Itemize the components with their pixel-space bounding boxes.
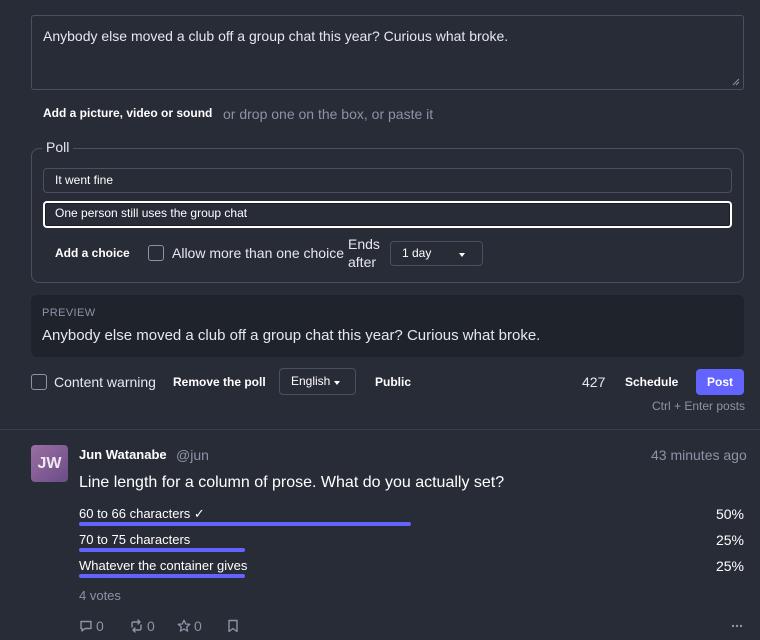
preview-text: Anybody else moved a club off a group ch…	[42, 327, 541, 344]
poll-option-bar	[79, 574, 245, 578]
bookmark-icon	[228, 619, 238, 633]
star-icon	[177, 619, 191, 632]
poll-choice-1-input[interactable]: It went fine	[43, 168, 732, 193]
compose-textarea[interactable]: Anybody else moved a club off a group ch…	[31, 15, 744, 90]
add-choice-button[interactable]: Add a choice	[55, 246, 130, 260]
language-value: English	[291, 374, 331, 388]
more-button[interactable]	[731, 618, 743, 634]
multiple-choice-label: Allow more than one choice	[172, 245, 344, 261]
status-timestamp[interactable]: 43 minutes ago	[651, 447, 747, 463]
divider	[0, 429, 760, 430]
poll-option-label: Whatever the container gives	[79, 558, 248, 573]
preview-label: PREVIEW	[42, 307, 96, 319]
post-button[interactable]: Post	[696, 369, 744, 395]
language-select[interactable]: English	[279, 368, 356, 395]
poll-duration-select[interactable]: 1 day	[390, 241, 483, 266]
poll-option-percent: 25%	[715, 558, 744, 574]
poll-option-bar	[79, 522, 411, 526]
poll-option-percent: 50%	[715, 506, 744, 522]
reply-count: 0	[96, 618, 104, 634]
favourite-button[interactable]: 0	[177, 618, 202, 634]
bookmark-button[interactable]	[227, 618, 239, 634]
content-warning-checkbox[interactable]	[31, 374, 47, 390]
shortcut-hint: Ctrl + Enter posts	[652, 399, 746, 413]
poll-legend: Poll	[42, 139, 74, 155]
reply-button[interactable]: 0	[79, 618, 104, 634]
poll-duration-value: 1 day	[402, 246, 432, 260]
poll-option-bar	[79, 548, 245, 552]
author-display-name[interactable]: Jun Watanabe	[79, 447, 167, 462]
character-counter: 427	[582, 374, 606, 390]
boost-count: 0	[147, 618, 155, 634]
avatar[interactable]: JW	[31, 445, 68, 482]
poll-option-label: 60 to 66 characters ✓	[79, 506, 205, 521]
add-media-button[interactable]: Add a picture, video or sound	[43, 106, 212, 120]
chevron-down-icon	[334, 381, 340, 385]
boost-button[interactable]: 0	[129, 618, 155, 634]
visibility-button[interactable]: Public	[375, 375, 411, 389]
multiple-choice-checkbox[interactable]	[148, 245, 164, 261]
author-handle[interactable]: @jun	[176, 447, 209, 463]
status-text: Line length for a column of prose. What …	[79, 474, 505, 491]
resize-grip-icon[interactable]	[732, 78, 740, 86]
boost-icon	[131, 619, 142, 633]
compose-text: Anybody else moved a club off a group ch…	[43, 28, 509, 44]
favourite-count: 0	[194, 618, 202, 634]
post-preview	[31, 295, 744, 357]
ends-after-label: Ends after	[348, 236, 380, 270]
poll-option-percent: 25%	[715, 532, 744, 548]
poll-choice-2-input[interactable]: One person still uses the group chat	[43, 201, 732, 228]
content-warning-label: Content warning	[54, 374, 156, 390]
drop-hint: or drop one on the box, or paste it	[223, 106, 434, 122]
chevron-down-icon	[459, 253, 465, 257]
more-icon	[731, 624, 743, 628]
vote-count: 4 votes	[79, 588, 121, 603]
remove-poll-button[interactable]: Remove the poll	[173, 375, 266, 389]
poll-option-label: 70 to 75 characters	[79, 532, 191, 547]
reply-icon	[80, 620, 92, 632]
schedule-button[interactable]: Schedule	[625, 375, 678, 389]
